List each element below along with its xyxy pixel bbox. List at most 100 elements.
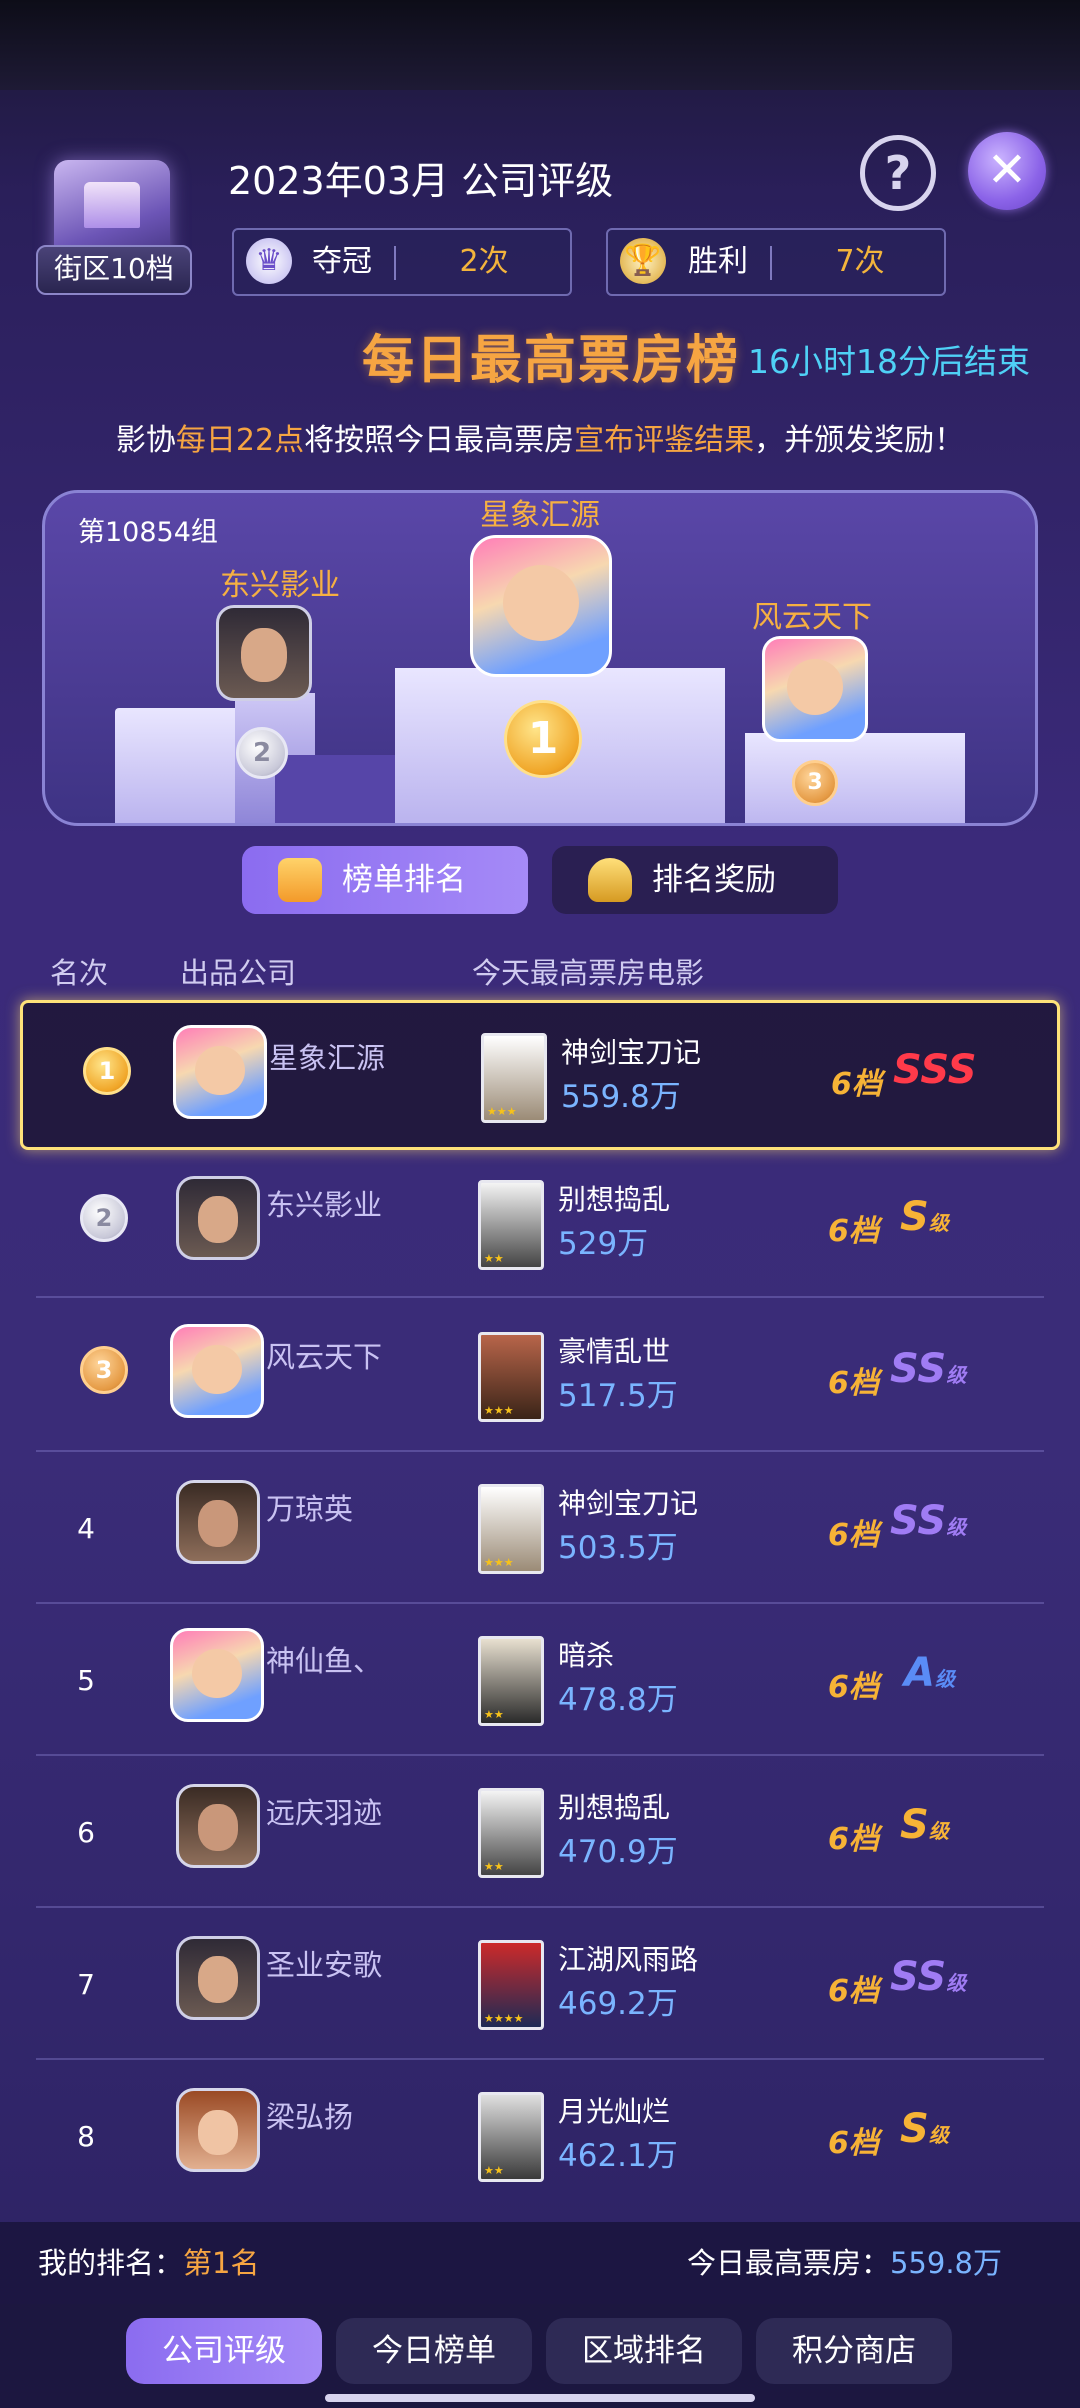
table-row[interactable]: 6 远庆羽迹 ★★ 别想捣乱 470.9万 6档 S级 (20, 1758, 1060, 1908)
home-indicator[interactable] (325, 2394, 755, 2402)
table-row[interactable]: 8 梁弘扬 ★★ 月光灿烂 462.1万 6档 S级 (20, 2062, 1060, 2212)
tier-label: 6档 (828, 1518, 879, 1553)
grade-badge: A级 (904, 1650, 955, 1696)
tab-label: 榜单排名 (342, 862, 466, 898)
grade-suffix: 级 (946, 1363, 967, 1387)
stat-value: 2次 (459, 244, 509, 279)
tier-label: 6档 (831, 1067, 882, 1102)
group-label: 第10854组 (78, 517, 218, 548)
rank-number: 5 (77, 1664, 95, 1697)
notice-highlight: 宣布评鉴结果 (574, 423, 755, 458)
tab-ranking[interactable]: 榜单排名 (242, 846, 528, 914)
notice-part: 将按照今日最高票房 (304, 423, 575, 458)
star-rating: ★★ (484, 2164, 504, 2177)
box-office-value: 470.9万 (558, 1834, 678, 1870)
notice-part: ，并颁发奖励！ (754, 423, 965, 458)
table-row[interactable]: 2 东兴影业 ★★ 别想捣乱 529万 6档 S级 (20, 1150, 1060, 1300)
movie-poster: ★★ (478, 2092, 544, 2182)
medal-box-icon (278, 858, 322, 902)
company-avatar (176, 1176, 260, 1260)
column-movie: 今天最高票房电影 (472, 956, 705, 990)
box-office-value: 462.1万 (558, 2138, 678, 2174)
nav-points-shop[interactable]: 积分商店 (756, 2318, 952, 2384)
trophy-icon (588, 858, 632, 902)
star-rating: ★★ (484, 1252, 504, 1265)
table-row[interactable]: 4 万琼英 ★★★ 神剑宝刀记 503.5万 6档 SS级 (20, 1454, 1060, 1604)
first-place-avatar[interactable] (470, 535, 612, 677)
tier-label: 6档 (828, 2126, 879, 2161)
my-rank-bar: 我的排名：第1名 今日最高票房：559.8万 (0, 2222, 1080, 2304)
trophy-icon: 🏆 (620, 238, 666, 284)
gold-medal-icon: 1 (83, 1047, 131, 1095)
nav-region-ranking[interactable]: 区域排名 (546, 2318, 742, 2384)
company-name: 梁弘扬 (266, 2100, 354, 2134)
company-avatar (176, 1784, 260, 1868)
grade-suffix: 级 (928, 2123, 949, 2147)
second-place-avatar[interactable] (216, 605, 312, 701)
tab-label: 排名奖励 (652, 862, 776, 898)
company-name: 万琼英 (266, 1492, 354, 1526)
box-office-value: 478.8万 (558, 1682, 678, 1718)
nav-company-rating[interactable]: 公司评级 (126, 2318, 322, 2384)
divider (36, 2058, 1044, 2060)
company-name: 神仙鱼、 (266, 1644, 383, 1678)
grade-suffix: 级 (934, 1667, 955, 1691)
podium-step-3 (745, 733, 965, 823)
grade-text: A (904, 1650, 935, 1696)
tier-label: 6档 (828, 1670, 879, 1705)
grade-suffix: 级 (946, 1971, 967, 1995)
district-badge[interactable]: 街区10档 (36, 160, 192, 295)
label-text: 今日最高票房： (686, 2246, 890, 2280)
close-button[interactable]: ✕ (968, 132, 1046, 210)
label-text: 我的排名： (38, 2246, 184, 2280)
box-office-value: 503.5万 (558, 1530, 678, 1566)
movie-title: 别想捣乱 (558, 1791, 671, 1824)
podium-gap (275, 755, 395, 823)
bronze-medal-icon: 3 (792, 760, 838, 806)
grade-badge: S级 (900, 2106, 949, 2152)
third-place-avatar[interactable] (762, 636, 868, 742)
company-avatar (176, 2088, 260, 2172)
second-place-name: 东兴影业 (220, 568, 340, 603)
box-office-value: 529万 (558, 1226, 649, 1262)
grade-suffix: 级 (928, 1819, 949, 1843)
table-row[interactable]: 7 圣业安歌 ★★★★ 江湖风雨路 469.2万 6档 SS级 (20, 1910, 1060, 2060)
silver-medal-icon: 2 (236, 727, 288, 779)
movie-title: 别想捣乱 (558, 1183, 671, 1216)
movie-poster: ★★★ (481, 1033, 547, 1123)
third-place-name: 风云天下 (752, 600, 872, 635)
notice-part: 影协 (115, 423, 176, 458)
divider (36, 1754, 1044, 1756)
grade-text: S (900, 1194, 929, 1240)
district-label: 街区10档 (36, 245, 192, 295)
movie-poster: ★★ (478, 1788, 544, 1878)
first-place-name: 星象汇源 (480, 498, 600, 533)
movie-title: 豪情乱世 (558, 1335, 671, 1368)
company-name: 风云天下 (266, 1340, 383, 1374)
nav-today-list[interactable]: 今日榜单 (336, 2318, 532, 2384)
stat-label: 夺冠 (312, 244, 372, 279)
stat-label: 胜利 (688, 244, 748, 279)
movie-poster: ★★★ (478, 1484, 544, 1574)
crown-icon: ♛ (246, 238, 292, 284)
company-avatar (176, 1936, 260, 2020)
victory-stat: 🏆 胜利 7次 (606, 228, 946, 296)
gold-medal-icon: 1 (504, 700, 582, 778)
tab-rewards[interactable]: 排名奖励 (552, 846, 838, 914)
notice-highlight: 每日22点 (175, 423, 305, 458)
company-avatar (176, 1480, 260, 1564)
table-row[interactable]: 3 风云天下 ★★★ 豪情乱世 517.5万 6档 SS级 (20, 1302, 1060, 1452)
movie-title: 月光灿烂 (558, 2095, 671, 2128)
divider (770, 246, 772, 280)
bronze-medal-icon: 3 (80, 1346, 128, 1394)
top-banner (0, 0, 1080, 90)
table-row[interactable]: 5 神仙鱼、 ★★ 暗杀 478.8万 6档 A级 (20, 1606, 1060, 1756)
today-box-office-value: 559.8万 (889, 2246, 1002, 2280)
rank-number: 8 (77, 2120, 95, 2153)
grade-text: SS (890, 1954, 947, 2000)
divider (36, 1450, 1044, 1452)
movie-poster: ★★ (478, 1180, 544, 1270)
table-row[interactable]: 1 星象汇源 ★★★ 神剑宝刀记 559.8万 6档 SSS (20, 1000, 1060, 1150)
tier-label: 6档 (828, 1366, 879, 1401)
help-icon[interactable]: ? (860, 135, 936, 211)
